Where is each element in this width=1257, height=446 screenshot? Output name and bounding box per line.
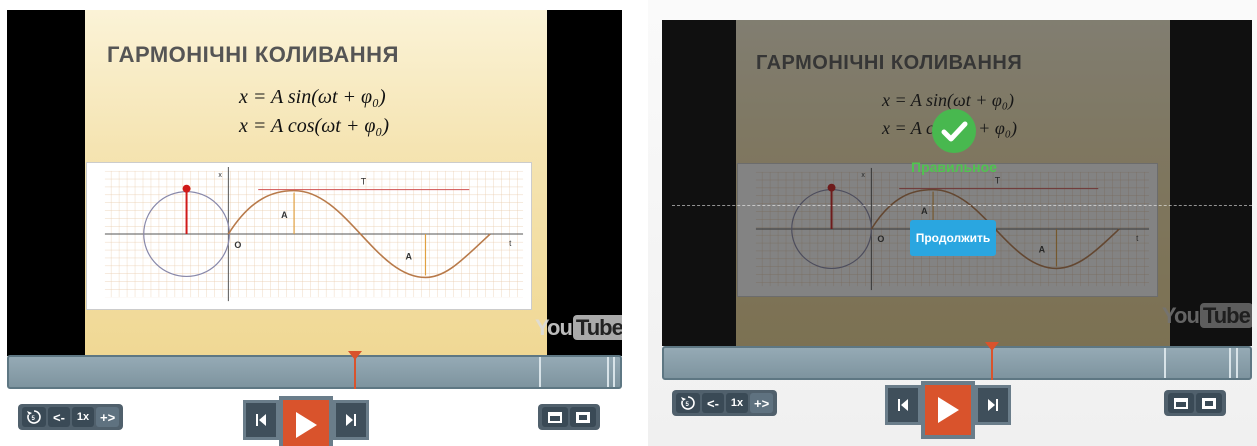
- faster-button[interactable]: +>: [750, 393, 774, 413]
- continue-button[interactable]: Продолжить: [910, 220, 996, 256]
- timeline-track[interactable]: [7, 351, 622, 389]
- youtube-watermark: YouTube: [535, 315, 622, 341]
- fullscreen-icon[interactable]: [570, 407, 596, 427]
- graph-svg: x t T A A O: [104, 166, 524, 302]
- formula-cos: x = A cos(ωt + φ₀): [239, 115, 390, 137]
- svg-text:5: 5: [32, 416, 36, 422]
- skip-next-icon[interactable]: [975, 385, 1011, 425]
- window-mode-icon[interactable]: [1168, 393, 1194, 413]
- timeline-marker: [1164, 348, 1166, 378]
- play-button[interactable]: [279, 396, 333, 446]
- slide-title: ГАРМОНІЧНІ КОЛИВАННЯ: [107, 42, 399, 67]
- faster-button[interactable]: +>: [96, 407, 120, 427]
- graph-label-T: T: [361, 177, 367, 187]
- result-status: Правильное: [911, 159, 997, 175]
- graph-label-x: x: [218, 172, 222, 179]
- playback-controls: [243, 396, 369, 446]
- skip-previous-icon[interactable]: [243, 400, 279, 440]
- graph-label-A1: A: [281, 210, 288, 220]
- player-left: ГАРМОНІЧНІ КОЛИВАННЯ x = A sin(ωt + φ₀) …: [0, 0, 634, 446]
- play-icon: [296, 412, 317, 438]
- oscillation-graph: x t T A A O: [86, 162, 532, 310]
- formula-sin: x = A sin(ωt + φ₀): [239, 86, 386, 108]
- svg-text:5: 5: [686, 402, 690, 408]
- timeline-marker: [1229, 348, 1231, 378]
- graph-label-origin: O: [234, 240, 241, 250]
- skip-previous-icon[interactable]: [885, 385, 921, 425]
- window-mode-icon[interactable]: [542, 407, 568, 427]
- answer-overlay: Правильное Продолжить: [662, 20, 1252, 346]
- view-controls: [1164, 390, 1226, 416]
- timeline-marker: [613, 357, 615, 387]
- play-icon: [938, 397, 959, 423]
- playback-controls: [885, 381, 1011, 439]
- speed-indicator: 1x: [726, 393, 748, 413]
- view-controls: [538, 404, 600, 430]
- divider-line: [672, 205, 1252, 206]
- timeline-playhead[interactable]: [348, 351, 362, 389]
- timeline-marker: [607, 357, 609, 387]
- speed-indicator: 1x: [72, 407, 94, 427]
- player-right: ГАРМОНІЧНІ КОЛИВАННЯ x = A sin(ωt + φ₀) …: [648, 0, 1257, 446]
- replay-5-icon[interactable]: 5: [22, 407, 46, 427]
- video-frame[interactable]: ГАРМОНІЧНІ КОЛИВАННЯ x = A sin(ωt + φ₀) …: [662, 20, 1252, 346]
- checkmark-icon: [932, 109, 976, 153]
- speed-controls: 5 <- 1x +>: [18, 404, 124, 430]
- replay-5-icon[interactable]: 5: [676, 393, 700, 413]
- speed-controls: 5 <- 1x +>: [672, 390, 778, 416]
- timeline-marker: [1236, 348, 1238, 378]
- timeline-marker: [539, 357, 541, 387]
- lecture-slide: ГАРМОНІЧНІ КОЛИВАННЯ x = A sin(ωt + φ₀) …: [85, 10, 547, 356]
- slower-button[interactable]: <-: [702, 393, 724, 413]
- graph-label-A2: A: [406, 252, 413, 262]
- timeline-track[interactable]: [662, 342, 1252, 380]
- fullscreen-icon[interactable]: [1196, 393, 1222, 413]
- play-button[interactable]: [921, 381, 975, 439]
- video-frame[interactable]: ГАРМОНІЧНІ КОЛИВАННЯ x = A sin(ωt + φ₀) …: [7, 10, 622, 356]
- timeline-playhead[interactable]: [985, 342, 999, 380]
- skip-next-icon[interactable]: [333, 400, 369, 440]
- slower-button[interactable]: <-: [48, 407, 70, 427]
